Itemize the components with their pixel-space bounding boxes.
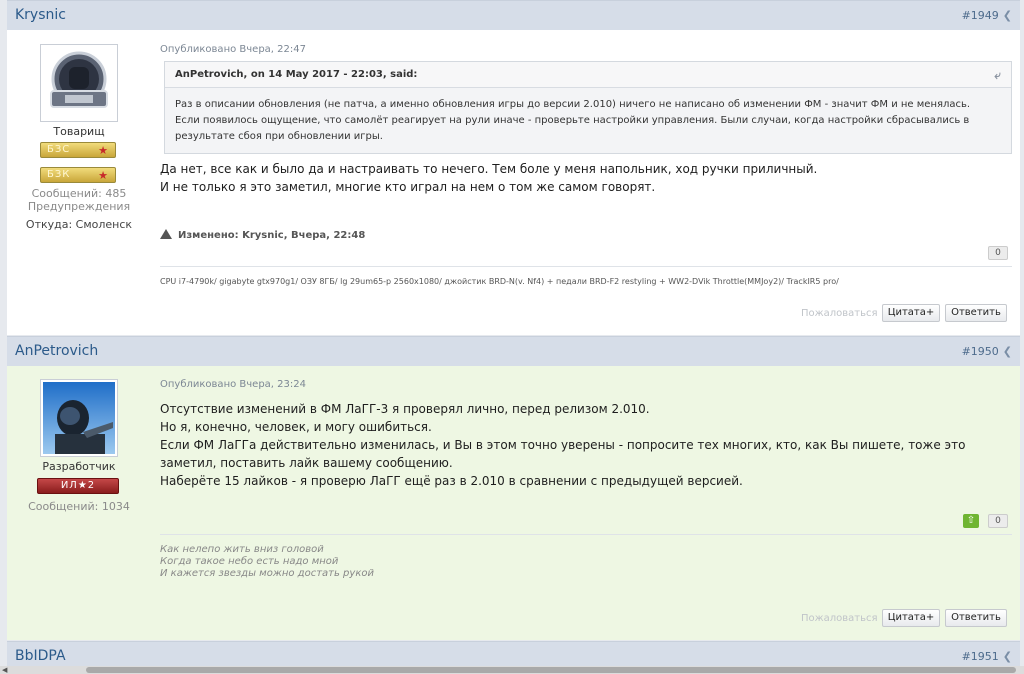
share-icon[interactable]: ❮: [1003, 345, 1012, 358]
view-quoted-post-icon[interactable]: ⤶: [994, 68, 1001, 83]
user-location: Откуда: Смоленск: [25, 218, 133, 231]
edited-text: Изменено: Krysnic, Вчера, 22:48: [178, 230, 366, 241]
share-icon[interactable]: ❮: [1003, 650, 1012, 663]
post-body-1949: Товарищ БЗС ★ БЗК ★ Сообщений: 485 Предупр…: [7, 30, 1020, 335]
award-badge-bzk[interactable]: БЗК ★: [40, 167, 116, 183]
post-number[interactable]: #1951: [962, 650, 999, 663]
user-rank: Разработчик: [42, 460, 116, 473]
quote-author: AnPetrovich, on 14 May 2017 - 22:03, sai…: [175, 69, 418, 80]
reputation-count: 0: [988, 514, 1008, 528]
post-number-link[interactable]: #1950 ❮: [962, 345, 1012, 358]
avatar-image: [43, 47, 115, 119]
signature-line: Как нелепо жить вниз головой: [160, 544, 324, 555]
signature: CPU i7-4790k/ gigabyte gtx970g1/ ОЗУ 8ГБ…: [160, 277, 839, 286]
signature-divider: [160, 534, 1012, 535]
report-link[interactable]: Пожаловаться: [801, 308, 878, 319]
post-number[interactable]: #1949: [962, 9, 999, 22]
reputation-count: 0: [988, 246, 1008, 260]
post-date: Опубликовано Вчера, 23:24: [160, 379, 306, 390]
badge-label: БЗК: [47, 169, 71, 180]
author-name-link[interactable]: Krysnic: [15, 7, 66, 23]
post-content: Да нет, все как и было да и настраивать …: [160, 160, 817, 196]
post-number-link[interactable]: #1951 ❮: [962, 650, 1012, 663]
post-header-1949: Krysnic #1949 ❮: [7, 0, 1020, 30]
scrollbar-thumb[interactable]: [86, 667, 1016, 673]
avatar[interactable]: [40, 379, 118, 457]
award-badge-bzs[interactable]: БЗС ★: [40, 142, 116, 158]
post-count: Сообщений: 485: [31, 187, 127, 200]
edited-note: Изменено: Krysnic, Вчера, 22:48: [160, 229, 365, 241]
warning-icon: [160, 229, 172, 239]
report-link[interactable]: Пожаловаться: [801, 613, 878, 624]
warnings-link[interactable]: Предупреждения: [7, 200, 151, 213]
like-button[interactable]: ⇧: [963, 514, 979, 528]
quote-block: AnPetrovich, on 14 May 2017 - 22:03, sai…: [164, 61, 1012, 154]
content-line: Наберёте 15 лайков - я проверю ЛаГГ ещё …: [160, 474, 743, 488]
post-date: Опубликовано Вчера, 22:47: [160, 44, 306, 55]
signature-line: И кажется звезды можно достать рукой: [160, 568, 374, 579]
horizontal-scrollbar[interactable]: ◀: [0, 666, 1024, 674]
signature: Как нелепо жить вниз головой Когда такое…: [160, 544, 374, 580]
quote-line: Если появилось ощущение, что самолёт реа…: [175, 115, 970, 142]
content-line: Если ФМ ЛаГГа действительно изменилась, …: [160, 438, 966, 470]
developer-badge[interactable]: ИЛ★2: [37, 478, 119, 494]
quote-text: Раз в описании обновления (не патча, а и…: [165, 88, 1011, 151]
content-line: Но я, конечно, человек, и могу ошибиться…: [160, 420, 432, 434]
post-content: Отсутствие изменений в ФМ ЛаГГ-3 я прове…: [160, 400, 1010, 490]
star-icon: ★: [98, 144, 109, 157]
badge-label: БЗС: [47, 144, 71, 155]
content-line: Отсутствие изменений в ФМ ЛаГГ-3 я прове…: [160, 402, 650, 416]
post-body-1950: Разработчик ИЛ★2 Сообщений: 1034 Опублик…: [7, 366, 1020, 640]
post-number-link[interactable]: #1949 ❮: [962, 9, 1012, 22]
quote-header: AnPetrovich, on 14 May 2017 - 22:03, sai…: [165, 62, 1011, 88]
content-line: Да нет, все как и было да и настраивать …: [160, 162, 818, 176]
author-name-link[interactable]: AnPetrovich: [15, 343, 98, 359]
content-line: И не только я это заметил, многие кто иг…: [160, 180, 656, 194]
avatar[interactable]: [40, 44, 118, 122]
author-name-link[interactable]: BbIDPA: [15, 648, 66, 664]
post-header-1950: AnPetrovich #1950 ❮: [7, 336, 1020, 366]
signature-line: Когда такое небо есть надо мной: [160, 556, 339, 567]
quote-line: Раз в описании обновления (не патча, а и…: [175, 99, 971, 110]
reply-button[interactable]: Ответить: [945, 304, 1007, 322]
reply-button[interactable]: Ответить: [945, 609, 1007, 627]
signature-divider: [160, 266, 1012, 267]
user-rank: Товарищ: [53, 125, 105, 138]
post-number[interactable]: #1950: [962, 345, 999, 358]
scroll-left-icon[interactable]: ◀: [2, 666, 7, 674]
quote-button[interactable]: Цитата+: [882, 304, 940, 322]
quote-button[interactable]: Цитата+: [882, 609, 940, 627]
avatar-image: [43, 382, 115, 454]
star-icon: ★: [98, 169, 109, 182]
share-icon[interactable]: ❮: [1003, 9, 1012, 22]
post-count: Сообщений: 1034: [28, 500, 130, 513]
